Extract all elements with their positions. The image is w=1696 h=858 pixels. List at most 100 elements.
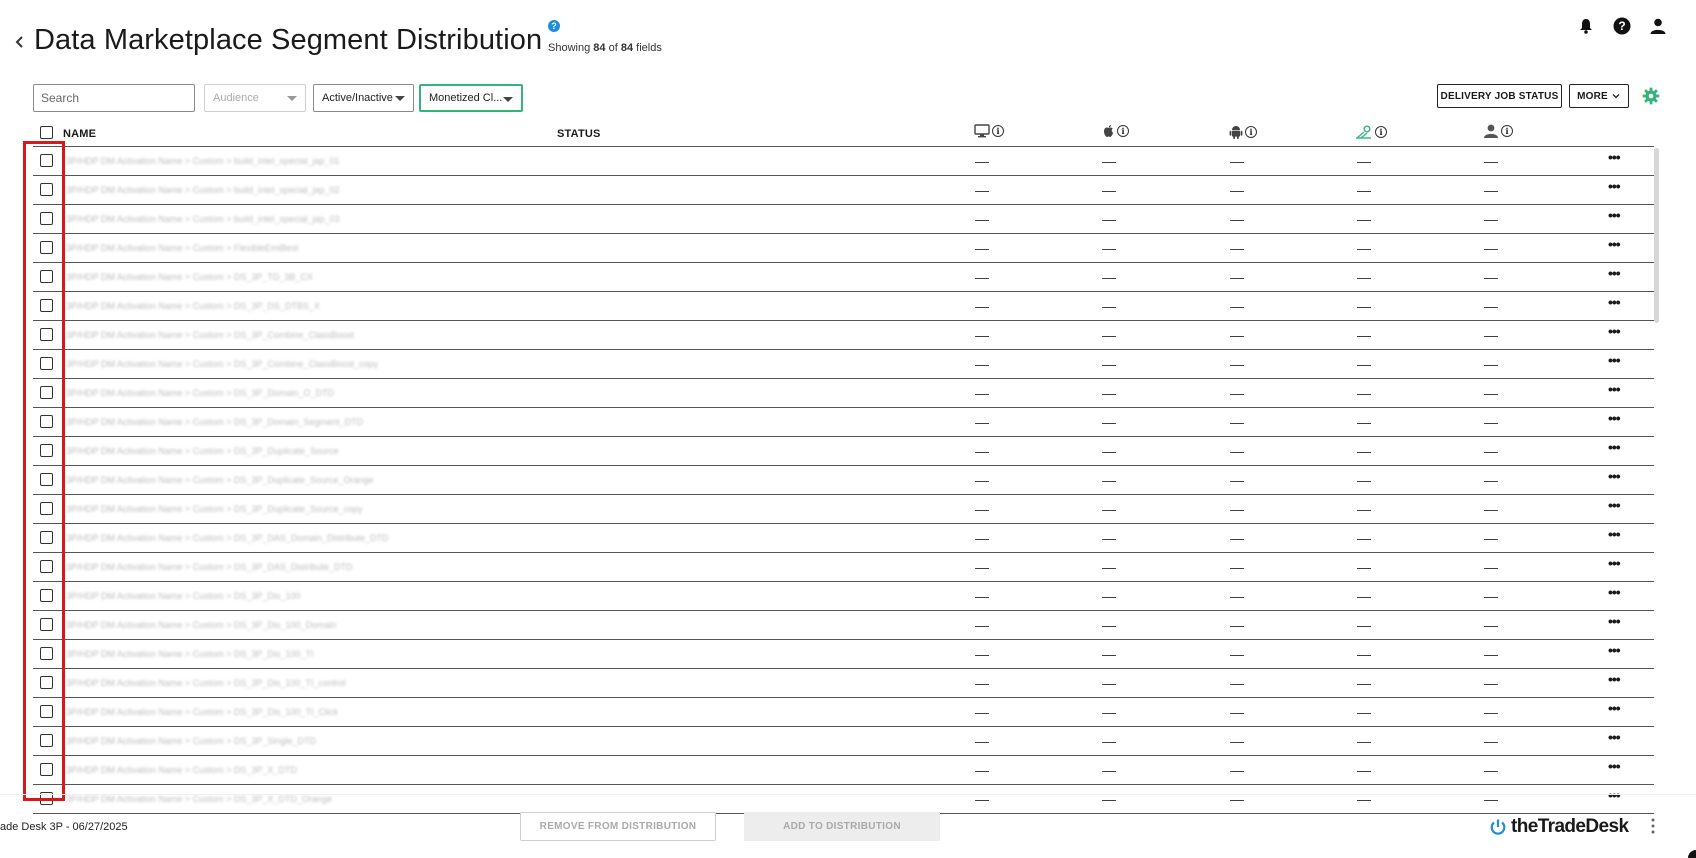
row-more-actions-icon[interactable]: ••• (1608, 671, 1621, 687)
row-checkbox[interactable] (40, 328, 53, 341)
row-more-actions-icon[interactable]: ••• (1608, 526, 1621, 542)
segment-name[interactable]: 3P/HDP DM Activation Name > Custom > DS_… (66, 678, 345, 688)
row-more-actions-icon[interactable]: ••• (1608, 352, 1621, 368)
segment-name[interactable]: 3P/HDP DM Activation Name > Custom > DS_… (66, 446, 338, 456)
row-more-actions-icon[interactable]: ••• (1608, 236, 1621, 252)
segment-name[interactable]: 3P/HDP DM Activation Name > Custom > Fle… (66, 243, 298, 253)
segment-name[interactable]: 3P/HDP DM Activation Name > Custom > DS_… (66, 272, 313, 282)
row-checkbox[interactable] (40, 270, 53, 283)
segment-name[interactable]: 3P/HDP DM Activation Name > Custom > DS_… (66, 620, 336, 630)
segment-name[interactable]: 3P/HDP DM Activation Name > Custom > DS_… (66, 765, 297, 775)
delivery-job-status-button[interactable]: DELIVERY JOB STATUS (1437, 84, 1562, 108)
kebab-menu-icon[interactable] (1648, 816, 1658, 836)
row-more-actions-icon[interactable]: ••• (1608, 410, 1621, 426)
row-more-actions-icon[interactable]: ••• (1608, 555, 1621, 571)
distribution-value: — (1357, 443, 1371, 459)
distribution-value: — (975, 530, 989, 546)
segment-name[interactable]: 3P/HDP DM Activation Name > Custom > DS_… (66, 794, 332, 804)
row-more-actions-icon[interactable]: ••• (1608, 265, 1621, 281)
row-more-actions-icon[interactable]: ••• (1608, 468, 1621, 484)
row-more-actions-icon[interactable]: ••• (1608, 149, 1621, 165)
row-more-actions-icon[interactable]: ••• (1608, 758, 1621, 774)
row-checkbox[interactable] (40, 734, 53, 747)
distribution-value: — (1230, 298, 1244, 314)
row-checkbox[interactable] (40, 357, 53, 370)
info-icon[interactable]: i (992, 125, 1004, 137)
help-icon[interactable]: ? (1612, 16, 1632, 36)
segment-name[interactable]: 3P/HDP DM Activation Name > Custom > DS_… (66, 504, 362, 514)
row-more-actions-icon[interactable]: ••• (1608, 613, 1621, 629)
remove-from-distribution-button[interactable]: REMOVE FROM DISTRIBUTION (520, 812, 716, 841)
back-button[interactable] (10, 30, 30, 54)
row-checkbox[interactable] (40, 386, 53, 399)
segment-name[interactable]: 3P/HDP DM Activation Name > Custom > DS_… (66, 475, 374, 485)
row-checkbox[interactable] (40, 705, 53, 718)
row-more-actions-icon[interactable]: ••• (1608, 207, 1621, 223)
monetized-filter-dropdown[interactable]: Monetized Cl... (419, 84, 523, 112)
row-checkbox[interactable] (40, 241, 53, 254)
segment-name[interactable]: 3P/HDP DM Activation Name > Custom > DS_… (66, 301, 320, 311)
row-more-actions-icon[interactable]: ••• (1608, 584, 1621, 600)
row-checkbox[interactable] (40, 154, 53, 167)
row-checkbox[interactable] (40, 473, 53, 486)
settings-gear-icon[interactable] (1642, 87, 1660, 105)
segment-name[interactable]: 3P/HDP DM Activation Name > Custom > bui… (66, 156, 339, 166)
row-checkbox[interactable] (40, 183, 53, 196)
row-more-actions-icon[interactable]: ••• (1608, 729, 1621, 745)
row-more-actions-icon[interactable]: ••• (1608, 294, 1621, 310)
bell-icon[interactable] (1576, 16, 1596, 36)
select-all-checkbox[interactable] (40, 126, 53, 139)
segment-name[interactable]: 3P/HDP DM Activation Name > Custom > DS_… (66, 591, 300, 601)
row-checkbox[interactable] (40, 618, 53, 631)
row-more-actions-icon[interactable]: ••• (1608, 642, 1621, 658)
segment-name[interactable]: 3P/HDP DM Activation Name > Custom > DS_… (66, 736, 316, 746)
audience-dropdown[interactable]: Audience (204, 84, 306, 112)
row-more-actions-icon[interactable]: ••• (1608, 787, 1621, 803)
row-more-actions-icon[interactable]: ••• (1608, 497, 1621, 513)
column-header-name[interactable]: NAME (63, 128, 96, 140)
info-icon[interactable]: i (1375, 126, 1387, 138)
segment-name[interactable]: 3P/HDP DM Activation Name > Custom > DS_… (66, 388, 334, 398)
row-more-actions-icon[interactable]: ••• (1608, 178, 1621, 194)
row-checkbox[interactable] (40, 212, 53, 225)
row-checkbox[interactable] (40, 560, 53, 573)
row-checkbox[interactable] (40, 676, 53, 689)
row-more-actions-icon[interactable]: ••• (1608, 381, 1621, 397)
row-more-actions-icon[interactable]: ••• (1608, 323, 1621, 339)
row-more-actions-icon[interactable]: ••• (1608, 700, 1621, 716)
row-checkbox[interactable] (40, 647, 53, 660)
user-icon[interactable] (1648, 16, 1668, 36)
distribution-value: — (975, 211, 989, 227)
row-checkbox[interactable] (40, 763, 53, 776)
row-checkbox[interactable] (40, 531, 53, 544)
segment-name[interactable]: 3P/HDP DM Activation Name > Custom > DS_… (66, 562, 352, 572)
add-to-distribution-button[interactable]: ADD TO DISTRIBUTION (744, 812, 940, 841)
distribution-value: — (1102, 501, 1116, 517)
row-more-actions-icon[interactable]: ••• (1608, 439, 1621, 455)
info-icon[interactable]: i (1245, 126, 1257, 138)
status-filter-dropdown[interactable]: Active/Inactive (313, 84, 414, 112)
row-checkbox[interactable] (40, 299, 53, 312)
row-checkbox[interactable] (40, 502, 53, 515)
title-help-icon[interactable]: ? (548, 20, 560, 32)
segment-name[interactable]: 3P/HDP DM Activation Name > Custom > DS_… (66, 707, 338, 717)
row-checkbox[interactable] (40, 444, 53, 457)
distribution-value: — (1357, 211, 1371, 227)
table-scrollbar-thumb[interactable] (1654, 148, 1659, 323)
segment-name[interactable]: 3P/HDP DM Activation Name > Custom > bui… (66, 214, 339, 224)
segment-name[interactable]: 3P/HDP DM Activation Name > Custom > DS_… (66, 359, 378, 369)
segment-name[interactable]: 3P/HDP DM Activation Name > Custom > DS_… (66, 533, 388, 543)
segment-name[interactable]: 3P/HDP DM Activation Name > Custom > DS_… (66, 330, 354, 340)
row-checkbox[interactable] (40, 415, 53, 428)
table-row: 3P/HDP DM Activation Name > Custom > DS_… (33, 437, 1654, 466)
segment-name[interactable]: 3P/HDP DM Activation Name > Custom > bui… (66, 185, 339, 195)
info-icon[interactable]: i (1117, 125, 1129, 137)
column-header-status[interactable]: STATUS (557, 128, 601, 140)
info-icon[interactable]: i (1501, 125, 1513, 137)
more-button[interactable]: MORE (1569, 84, 1629, 108)
row-checkbox[interactable] (40, 589, 53, 602)
search-input[interactable] (33, 84, 195, 112)
segment-name[interactable]: 3P/HDP DM Activation Name > Custom > DS_… (66, 649, 313, 659)
segment-name[interactable]: 3P/HDP DM Activation Name > Custom > DS_… (66, 417, 363, 427)
table-row: 3P/HDP DM Activation Name > Custom > DS_… (33, 321, 1654, 350)
